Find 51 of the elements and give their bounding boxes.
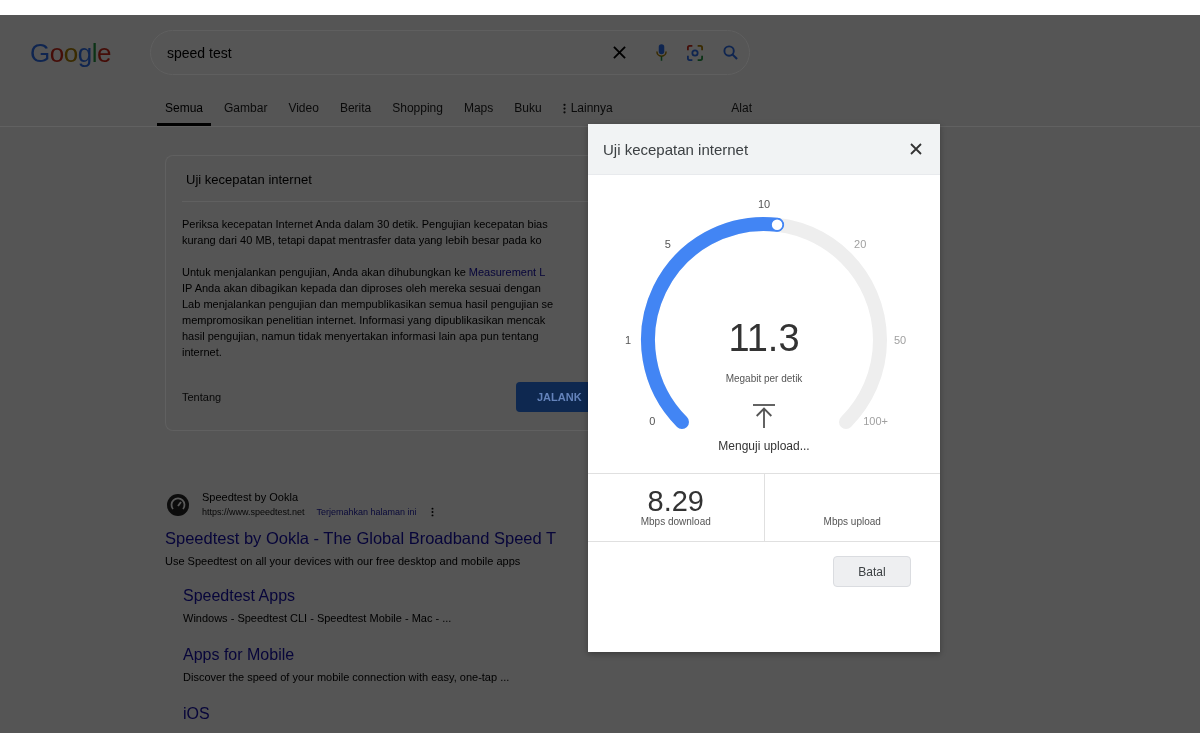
scale-label: 5 [664, 237, 671, 250]
sitelink-snippet: Windows - Speedtest CLI - Speedtest Mobile - Mac - ... [183, 611, 452, 626]
gauge-icon [167, 494, 189, 516]
reading-value: 8.29 [647, 486, 704, 516]
search-tab[interactable]: Shopping [384, 90, 451, 126]
about-link[interactable]: Tentang [182, 391, 222, 403]
dialog-title: Uji kecepatan internet [603, 140, 749, 158]
sitelink-title[interactable]: Speedtest Apps [183, 586, 296, 606]
search-tab[interactable]: Gambar [216, 90, 276, 126]
scale-label: 1 [624, 334, 632, 346]
search-field[interactable]: speed test [150, 30, 750, 75]
search-icon[interactable] [723, 45, 738, 60]
sitelink-snippet: Discover the speed of your mobile connection with easy, one-tap ... [183, 670, 510, 685]
more-icon[interactable] [430, 507, 434, 517]
scale-label: 100+ [863, 415, 889, 428]
search-tab[interactable]: Buku [506, 90, 550, 126]
google-logo[interactable]: Google [30, 37, 111, 68]
test-status: Menguji upload... [718, 438, 810, 454]
translate-link[interactable]: Terjemahkan halaman ini [316, 507, 417, 517]
result-snippet: Use Speedtest on all your devices with our free desktop and mobile apps [165, 554, 521, 569]
sitelink-title[interactable]: Apps for Mobile [183, 645, 295, 665]
result-title[interactable]: Speedtest by Ookla - The Global Broadband Speed T [165, 527, 557, 549]
text-link[interactable]: Measurement L [468, 266, 546, 278]
camera-icon[interactable] [687, 44, 703, 61]
cancel-button[interactable]: Batal [833, 556, 911, 587]
search-tab[interactable]: Lainnya [554, 90, 621, 126]
speed-value: 11.3 [728, 316, 800, 360]
description-text: Periksa kecepatan Internet Anda dalam 30 detik. Pengujian kecepatan bias kurang dari 40 MB, tetapi dapat mentrasfer data yang lebih besar pada ko [182, 217, 548, 248]
scale-label: 0 [649, 415, 656, 428]
description-text: Untuk menjalankan pengujian, Anda akan dihubungkan ke Measurement L IP Anda akan dibagikan kepada dan diproses oleh mereka sesuai dengan Lab menjalankan pengujian dan mempublikasikan semua hasil pengujian se mempromosikan penelitian internet. Informasi yang dipublikasikan mencak hasil pengujian, namun tidak menyertakan informasi lain apa pun tentang internet. [182, 265, 554, 360]
search-tab[interactable]: Semua [157, 90, 212, 126]
run-button[interactable]: JALANK [516, 382, 588, 412]
site-name: Speedtest by Ookla [202, 490, 299, 504]
close-icon[interactable] [910, 143, 922, 155]
search-tab[interactable]: Video [280, 90, 327, 126]
site-url: https://www.speedtest.net [202, 507, 305, 517]
scale-label: 20 [854, 237, 867, 250]
search-tab[interactable]: Maps [455, 90, 502, 126]
search-tab[interactable]: Berita [331, 90, 380, 126]
tools-tab[interactable]: Alat [723, 90, 760, 126]
speed-unit: Megabit per detik [725, 372, 803, 386]
sitelink-title[interactable]: iOS [183, 704, 210, 724]
scale-label: 10 [757, 198, 771, 210]
clear-icon[interactable] [613, 46, 626, 59]
upload-icon [753, 404, 775, 428]
more-icon [562, 102, 566, 114]
scale-label: 50 [893, 334, 907, 346]
card-title: Uji kecepatan internet [186, 172, 312, 188]
microphone-icon[interactable] [656, 44, 667, 61]
reading-label: Mbps download [640, 516, 711, 528]
reading-label: Mbps upload [823, 516, 881, 528]
